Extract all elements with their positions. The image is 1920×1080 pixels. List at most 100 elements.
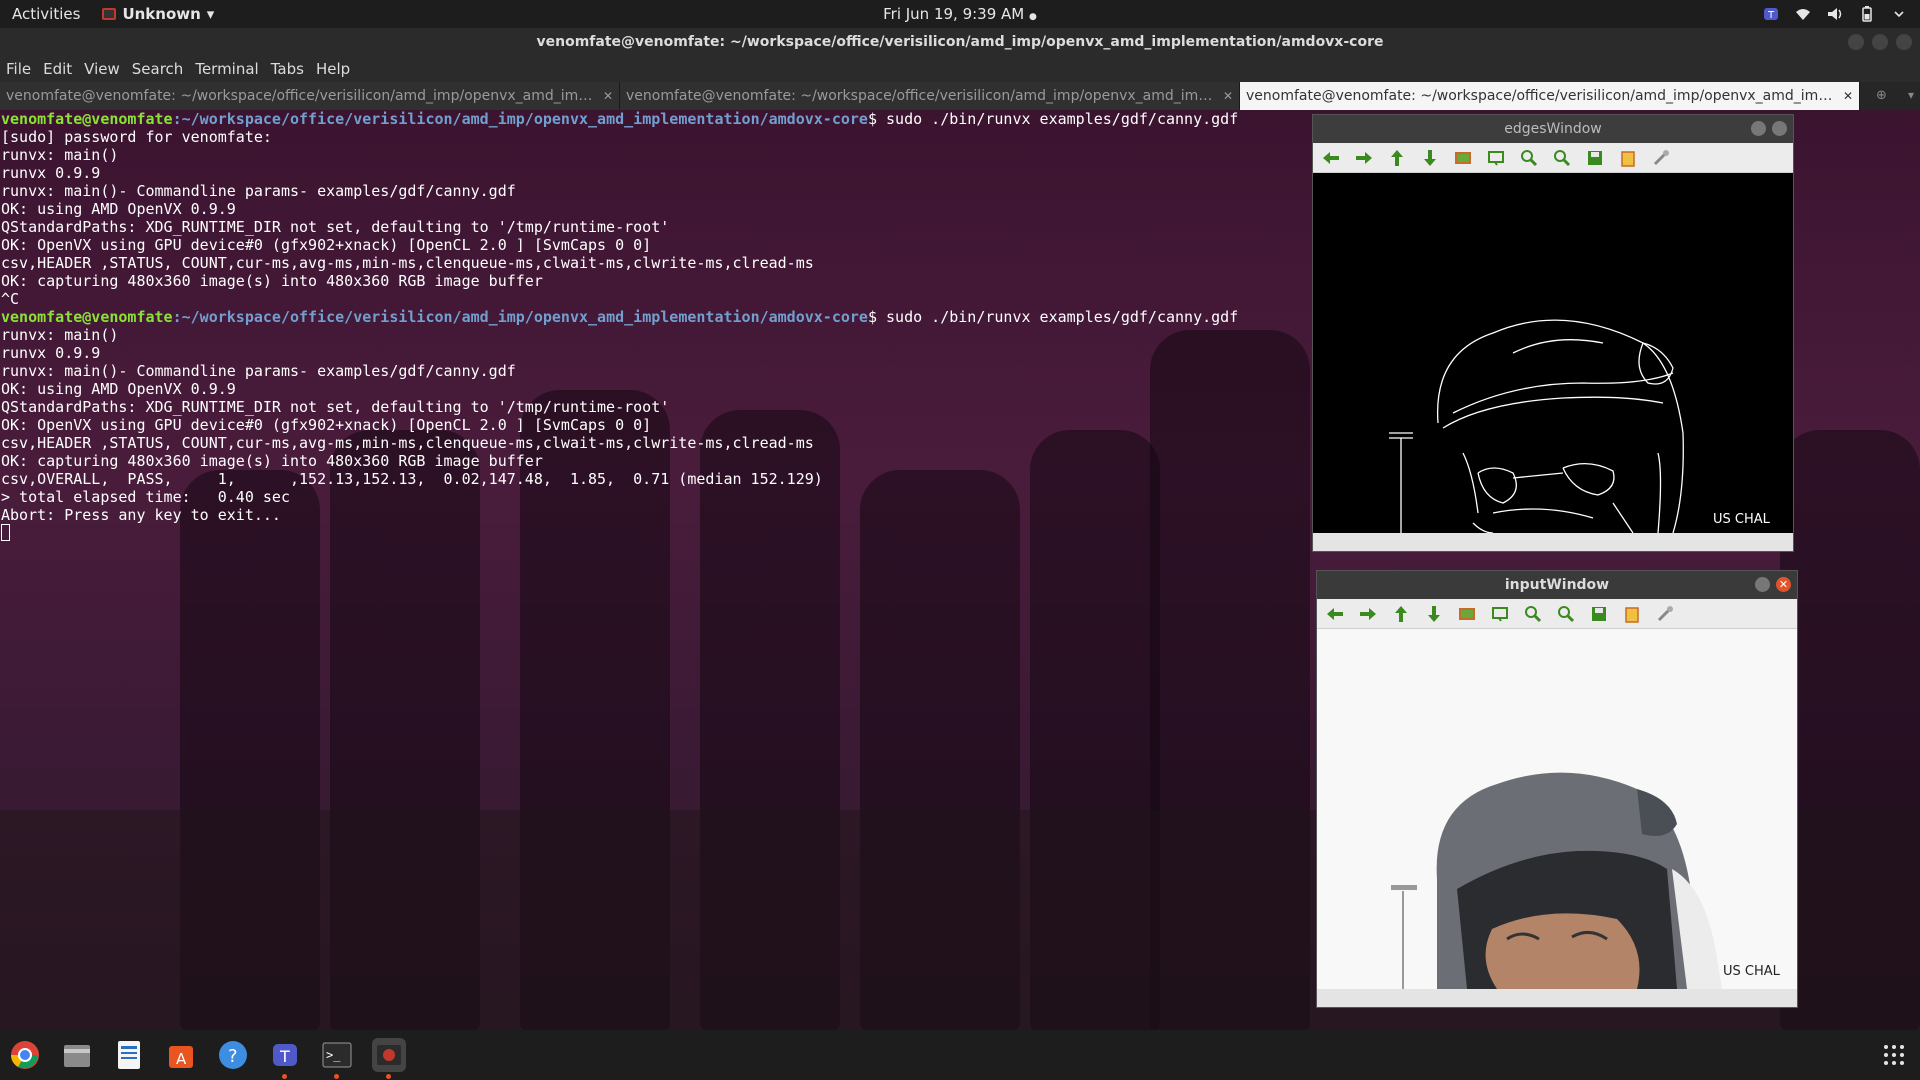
properties-icon[interactable] xyxy=(1653,603,1677,625)
output-line: OK: OpenVX using GPU device#0 (gfx902+xn… xyxy=(1,236,652,254)
power-menu-icon[interactable] xyxy=(1890,5,1908,23)
zoom-in-icon[interactable] xyxy=(1521,603,1545,625)
menu-bar: File Edit View Search Terminal Tabs Help xyxy=(0,56,1920,82)
window-title-text: edgesWindow xyxy=(1504,121,1602,137)
save-icon[interactable] xyxy=(1587,603,1611,625)
menu-file[interactable]: File xyxy=(0,60,37,78)
output-line: runvx: main() xyxy=(1,146,119,164)
prompt-line: venomfate@venomfate:~/workspace/office/v… xyxy=(1,308,1238,326)
software-center-icon[interactable]: A xyxy=(164,1038,198,1072)
properties-icon[interactable] xyxy=(1649,147,1673,169)
menu-help[interactable]: Help xyxy=(310,60,356,78)
output-line: OK: OpenVX using GPU device#0 (gfx902+xn… xyxy=(1,416,652,434)
minimize-icon[interactable] xyxy=(1848,34,1864,50)
chevron-down-icon[interactable]: ▾ xyxy=(1908,88,1914,102)
input-window: inputWindow ✕ US CHAL xyxy=(1316,570,1798,1008)
close-icon[interactable]: ✕ xyxy=(603,89,613,103)
arrow-right-icon[interactable] xyxy=(1352,147,1376,169)
edges-overlay-text: US CHAL xyxy=(1713,512,1771,527)
arrow-down-icon[interactable] xyxy=(1422,603,1446,625)
terminal-icon[interactable]: >_ xyxy=(320,1038,354,1079)
zoom-in-icon[interactable] xyxy=(1517,147,1541,169)
close-icon[interactable] xyxy=(1772,121,1787,136)
volume-icon[interactable] xyxy=(1826,5,1844,23)
terminal-tab-2[interactable]: venomfate@venomfate: ~/workspace/office/… xyxy=(620,82,1240,110)
files-icon[interactable] xyxy=(60,1038,94,1072)
prompt-path: :~/workspace/office/verisilicon/amd_imp/… xyxy=(172,110,868,128)
system-tray: T xyxy=(1762,0,1908,28)
menu-tabs[interactable]: Tabs xyxy=(265,60,310,78)
menu-search[interactable]: Search xyxy=(126,60,190,78)
running-indicator xyxy=(282,1074,287,1079)
new-tab-icon[interactable]: ⊕ xyxy=(1876,88,1892,104)
app-menu[interactable]: Unknown ▾ xyxy=(92,5,224,23)
clock[interactable]: Fri Jun 19, 9:39 AM xyxy=(883,5,1024,23)
wifi-icon[interactable] xyxy=(1794,5,1812,23)
activities-button[interactable]: Activities xyxy=(0,5,92,23)
zoom-fit-icon[interactable] xyxy=(1484,147,1508,169)
tab-label: venomfate@venomfate: ~/workspace/office/… xyxy=(6,88,597,104)
svg-text:A: A xyxy=(176,1050,187,1068)
top-bar: Activities Unknown ▾ Fri Jun 19, 9:39 AM… xyxy=(0,0,1920,28)
tab-label: venomfate@venomfate: ~/workspace/office/… xyxy=(1246,88,1837,104)
maximize-icon[interactable] xyxy=(1872,34,1888,50)
arrow-left-icon[interactable] xyxy=(1319,147,1343,169)
teams-icon[interactable]: T xyxy=(268,1038,302,1079)
teams-icon[interactable]: T xyxy=(1762,5,1780,23)
window-title: edgesWindow xyxy=(1313,115,1793,143)
output-line: runvx: main() xyxy=(1,326,119,344)
camera-input-frame: US CHAL xyxy=(1317,629,1797,989)
arrow-up-icon[interactable] xyxy=(1385,147,1409,169)
screen-recorder-icon[interactable] xyxy=(372,1038,406,1079)
app-icon xyxy=(102,8,117,20)
output-line: ^C xyxy=(1,290,20,308)
image-toolbar xyxy=(1313,143,1793,173)
edges-window: edgesWindow US CHAL xyxy=(1312,114,1794,552)
image-icon[interactable] xyxy=(1455,603,1479,625)
close-icon[interactable]: ✕ xyxy=(1843,89,1853,103)
window-title: inputWindow ✕ xyxy=(1317,571,1797,599)
svg-text:?: ? xyxy=(228,1046,238,1067)
close-icon[interactable]: ✕ xyxy=(1223,89,1233,103)
chrome-icon[interactable] xyxy=(8,1038,42,1072)
output-line: runvx 0.9.9 xyxy=(1,164,101,182)
image-icon[interactable] xyxy=(1451,147,1475,169)
menu-edit[interactable]: Edit xyxy=(37,60,78,78)
terminal-tab-3[interactable]: venomfate@venomfate: ~/workspace/office/… xyxy=(1240,82,1860,110)
terminal-cursor xyxy=(1,524,10,541)
canny-edge-output: US CHAL xyxy=(1389,319,1771,533)
window-controls xyxy=(1848,34,1912,50)
copy-icon[interactable] xyxy=(1620,603,1644,625)
document-viewer-icon[interactable] xyxy=(112,1038,146,1072)
minimize-icon[interactable] xyxy=(1755,577,1770,592)
battery-icon[interactable] xyxy=(1858,5,1876,23)
close-icon[interactable]: ✕ xyxy=(1776,577,1791,592)
output-line: OK: using AMD OpenVX 0.9.9 xyxy=(1,380,236,398)
save-icon[interactable] xyxy=(1583,147,1607,169)
minimize-icon[interactable] xyxy=(1751,121,1766,136)
menu-terminal[interactable]: Terminal xyxy=(189,60,264,78)
output-line: csv,OVERALL, PASS, 1, ,152.13,152.13, 0.… xyxy=(1,470,823,488)
zoom-out-icon[interactable] xyxy=(1550,147,1574,169)
copy-icon[interactable] xyxy=(1616,147,1640,169)
close-icon[interactable] xyxy=(1896,34,1912,50)
zoom-out-icon[interactable] xyxy=(1554,603,1578,625)
svg-text:T: T xyxy=(279,1047,290,1066)
terminal-tab-1[interactable]: venomfate@venomfate: ~/workspace/office/… xyxy=(0,82,620,110)
output-line: runvx 0.9.9 xyxy=(1,344,101,362)
output-line: QStandardPaths: XDG_RUNTIME_DIR not set,… xyxy=(1,218,670,236)
window-title-text: inputWindow xyxy=(1504,577,1610,593)
prompt-user: venomfate@venomfate xyxy=(1,308,173,326)
zoom-fit-icon[interactable] xyxy=(1488,603,1512,625)
show-applications-icon[interactable] xyxy=(1882,1043,1906,1067)
arrow-left-icon[interactable] xyxy=(1323,603,1347,625)
arrow-down-icon[interactable] xyxy=(1418,147,1442,169)
status-bar xyxy=(1313,533,1793,551)
menu-view[interactable]: View xyxy=(78,60,126,78)
help-icon[interactable]: ? xyxy=(216,1038,250,1072)
window-controls xyxy=(1751,121,1787,136)
prompt-line: venomfate@venomfate:~/workspace/office/v… xyxy=(1,110,1238,128)
arrow-right-icon[interactable] xyxy=(1356,603,1380,625)
arrow-up-icon[interactable] xyxy=(1389,603,1413,625)
prompt-command: $ sudo ./bin/runvx examples/gdf/canny.gd… xyxy=(867,110,1239,128)
